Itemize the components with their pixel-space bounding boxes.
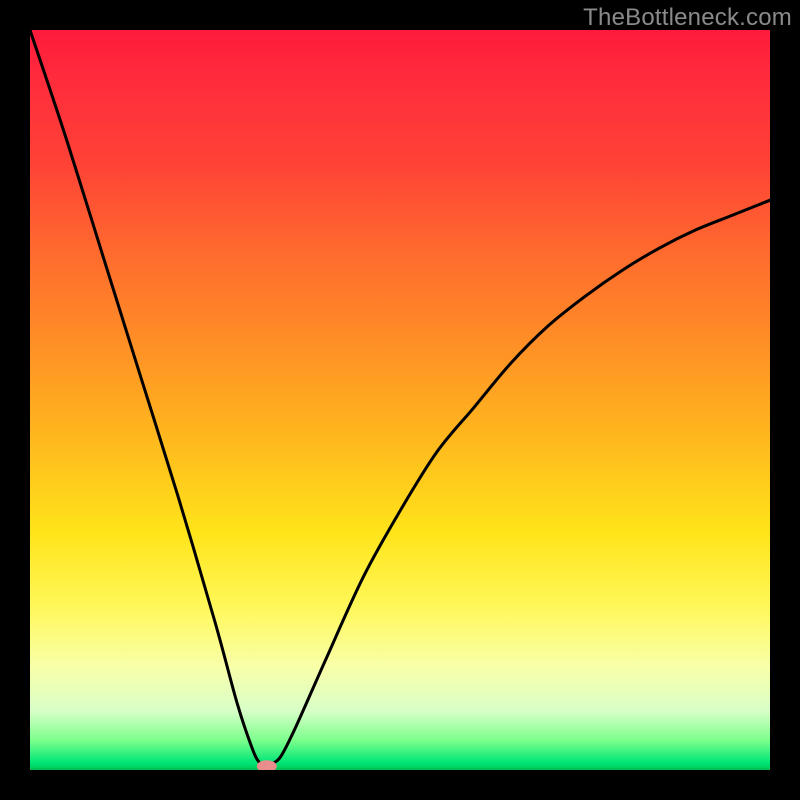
watermark-text: TheBottleneck.com bbox=[583, 4, 792, 32]
bottleneck-curve-line bbox=[30, 30, 770, 766]
chart-plot-area bbox=[30, 30, 770, 770]
chart-svg bbox=[30, 30, 770, 770]
chart-frame: TheBottleneck.com bbox=[0, 0, 800, 800]
